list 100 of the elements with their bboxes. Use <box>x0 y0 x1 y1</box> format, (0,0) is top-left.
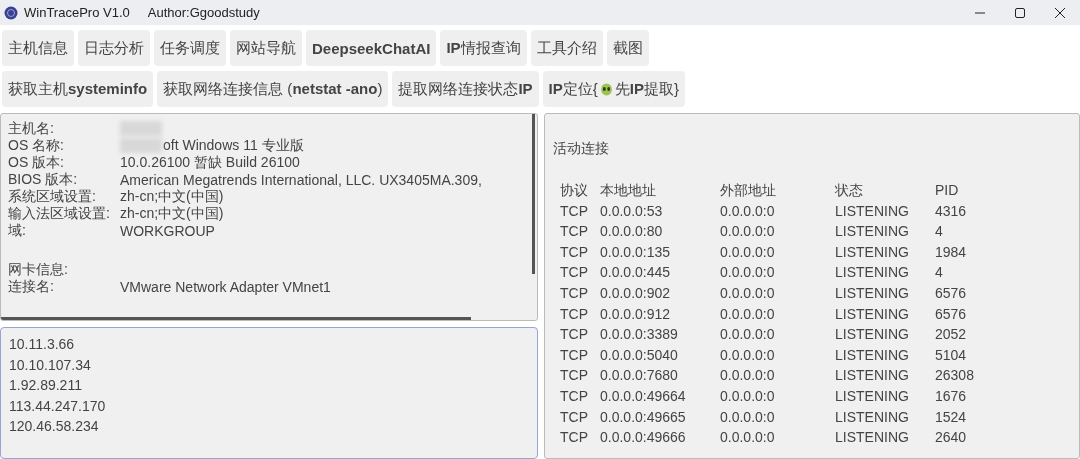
info-value: zh-cn;中文(中国) <box>120 204 224 223</box>
ip-locate-button[interactable]: IP定位{ 先IP提取} <box>542 71 685 107</box>
table-cell-text: TCP <box>560 243 589 262</box>
column-header: 本地地址 <box>600 182 657 200</box>
nav-tab-button[interactable]: 网站导航 <box>230 30 302 66</box>
table-cell-text: 0.0.0.0:0 <box>720 202 776 221</box>
table-cell-text: TCP <box>560 408 589 427</box>
nav-tab-button[interactable]: 日志分析 <box>78 30 150 66</box>
nav-tab-button[interactable]: 任务调度 <box>154 30 226 66</box>
table-cell-text: 2640 <box>935 429 968 448</box>
nav-tab-button[interactable]: IP情报查询 <box>440 30 527 66</box>
nav-tab-button[interactable]: 截图 <box>606 30 649 66</box>
table-cell-text: 0.0.0.0:912 <box>600 305 672 324</box>
table-cell-text: LISTENING <box>835 387 910 406</box>
table-cell-text: TCP <box>560 264 589 283</box>
table-cell-text: 0.0.0.0:0 <box>720 387 776 406</box>
table-cell-text: 4 <box>935 223 944 242</box>
alien-face-icon <box>599 82 613 96</box>
table-cell-text: LISTENING <box>835 264 910 283</box>
table-cell-text: LISTENING <box>835 305 910 324</box>
table-cell-text: 1676 <box>935 387 968 406</box>
table-cell-text: 0.0.0.0:5040 <box>600 346 679 365</box>
table-cell-text: LISTENING <box>835 367 910 386</box>
info-label: 域: <box>8 221 27 240</box>
table-cell-text: 4316 <box>935 202 968 221</box>
author-text: Author:Ggoodstudy <box>147 5 260 20</box>
info-value: WORKGROUP <box>120 222 215 239</box>
window-title: WinTracePro V1.0 <box>24 5 130 20</box>
ip-address-text: 1.92.89.211 <box>9 377 83 395</box>
table-cell-text: LISTENING <box>835 346 910 365</box>
horizontal-scrollbar[interactable] <box>1 317 471 320</box>
connections-title: 活动连接 <box>553 140 610 158</box>
column-header: 协议 <box>560 182 589 200</box>
info-value: oft Windows 11 专业版 <box>163 136 304 155</box>
column-header: PID <box>935 182 960 200</box>
table-cell-text: 1524 <box>935 408 968 427</box>
table-cell-text: 0.0.0.0:0 <box>720 264 776 283</box>
table-cell-text: 0.0.0.0:0 <box>720 346 776 365</box>
table-cell-text: LISTENING <box>835 429 910 448</box>
table-cell-text: TCP <box>560 284 589 303</box>
table-cell-text: 0.0.0.0:3389 <box>600 326 679 345</box>
table-cell-text: LISTENING <box>835 326 910 345</box>
column-header: 外部地址 <box>720 182 777 200</box>
table-cell-text: LISTENING <box>835 223 910 242</box>
table-cell-text: TCP <box>560 429 589 448</box>
table-cell-text: LISTENING <box>835 408 910 427</box>
table-cell-text: TCP <box>560 346 589 365</box>
table-cell-text: 1984 <box>935 243 968 262</box>
close-icon <box>1054 6 1066 19</box>
info-value: 10.0.26100 暂缺 Build 26100 <box>120 153 300 172</box>
info-value: VMware Network Adapter VMnet1 <box>120 278 331 295</box>
table-cell-text: 0.0.0.0:0 <box>720 429 776 448</box>
table-cell-text: TCP <box>560 305 589 324</box>
info-label: OS 名称: <box>8 136 65 155</box>
table-cell-text: 0.0.0.0:0 <box>720 367 776 386</box>
table-cell-text: 0.0.0.0:53 <box>600 202 664 221</box>
table-cell-text: TCP <box>560 223 589 242</box>
info-value: American Megatrends International, LLC. UX3405MA.309, <box>120 171 482 188</box>
table-cell-text: 2052 <box>935 326 968 345</box>
nav-tab-button[interactable]: 主机信息 <box>2 30 74 66</box>
action-button[interactable]: 提取网络连接状态IP <box>392 71 539 107</box>
table-cell-text: 0.0.0.0:0 <box>720 326 776 345</box>
column-header: 状态 <box>835 182 864 200</box>
table-cell-text: 0.0.0.0:7680 <box>600 367 679 386</box>
table-cell-text: TCP <box>560 387 589 406</box>
table-cell-text: LISTENING <box>835 284 910 303</box>
vertical-scrollbar[interactable] <box>532 114 535 274</box>
action-button[interactable]: 获取网络连接信息 (netstat -ano) <box>157 71 389 107</box>
table-cell-text: TCP <box>560 326 589 345</box>
table-cell-text: 0.0.0.0:80 <box>600 223 664 242</box>
action-button[interactable]: 获取主机systeminfo <box>2 71 154 107</box>
table-cell-text: 0.0.0.0:0 <box>720 223 776 242</box>
table-cell-text: TCP <box>560 202 589 221</box>
info-label: 连接名: <box>8 277 55 296</box>
table-cell-text: 0.0.0.0:0 <box>720 305 776 324</box>
table-cell-text: 0.0.0.0:0 <box>720 243 776 262</box>
table-cell-text: 0.0.0.0:49666 <box>600 429 687 448</box>
ip-address-text: 120.46.58.234 <box>9 418 100 436</box>
maximize-icon <box>1014 6 1026 19</box>
table-cell-text: 0.0.0.0:135 <box>600 243 672 262</box>
table-cell-text: 26308 <box>935 367 975 386</box>
info-label: 主机名: <box>8 119 55 138</box>
table-cell-text: LISTENING <box>835 202 910 221</box>
table-cell-text: LISTENING <box>835 243 910 262</box>
ip-address-text: 10.11.3.66 <box>9 336 76 354</box>
info-label: 输入法区域设置: <box>8 204 111 223</box>
ip-address-text: 113.44.247.170 <box>9 397 107 416</box>
nav-tab-button[interactable]: 工具介绍 <box>530 30 603 66</box>
ip-list-field[interactable]: 10.11.3.66 10.10.107.34 1.92.89.211 113.44.247.170 120.46.58.234 <box>0 327 538 459</box>
info-label: 系统区域设置: <box>8 187 97 206</box>
globe-logo-icon <box>4 5 18 20</box>
table-cell-text: 6576 <box>935 284 968 303</box>
info-value: zh-cn;中文(中国) <box>120 187 224 206</box>
table-cell-text: 0.0.0.0:902 <box>600 284 672 303</box>
table-cell-text: 0.0.0.0:0 <box>720 408 776 427</box>
table-cell-text: TCP <box>560 367 589 386</box>
table-cell-text: 6576 <box>935 305 968 324</box>
info-label: BIOS 版本: <box>8 170 79 189</box>
table-cell-text: 4 <box>935 264 944 283</box>
nav-tab-button[interactable]: DeepseekChatAI <box>306 30 437 66</box>
